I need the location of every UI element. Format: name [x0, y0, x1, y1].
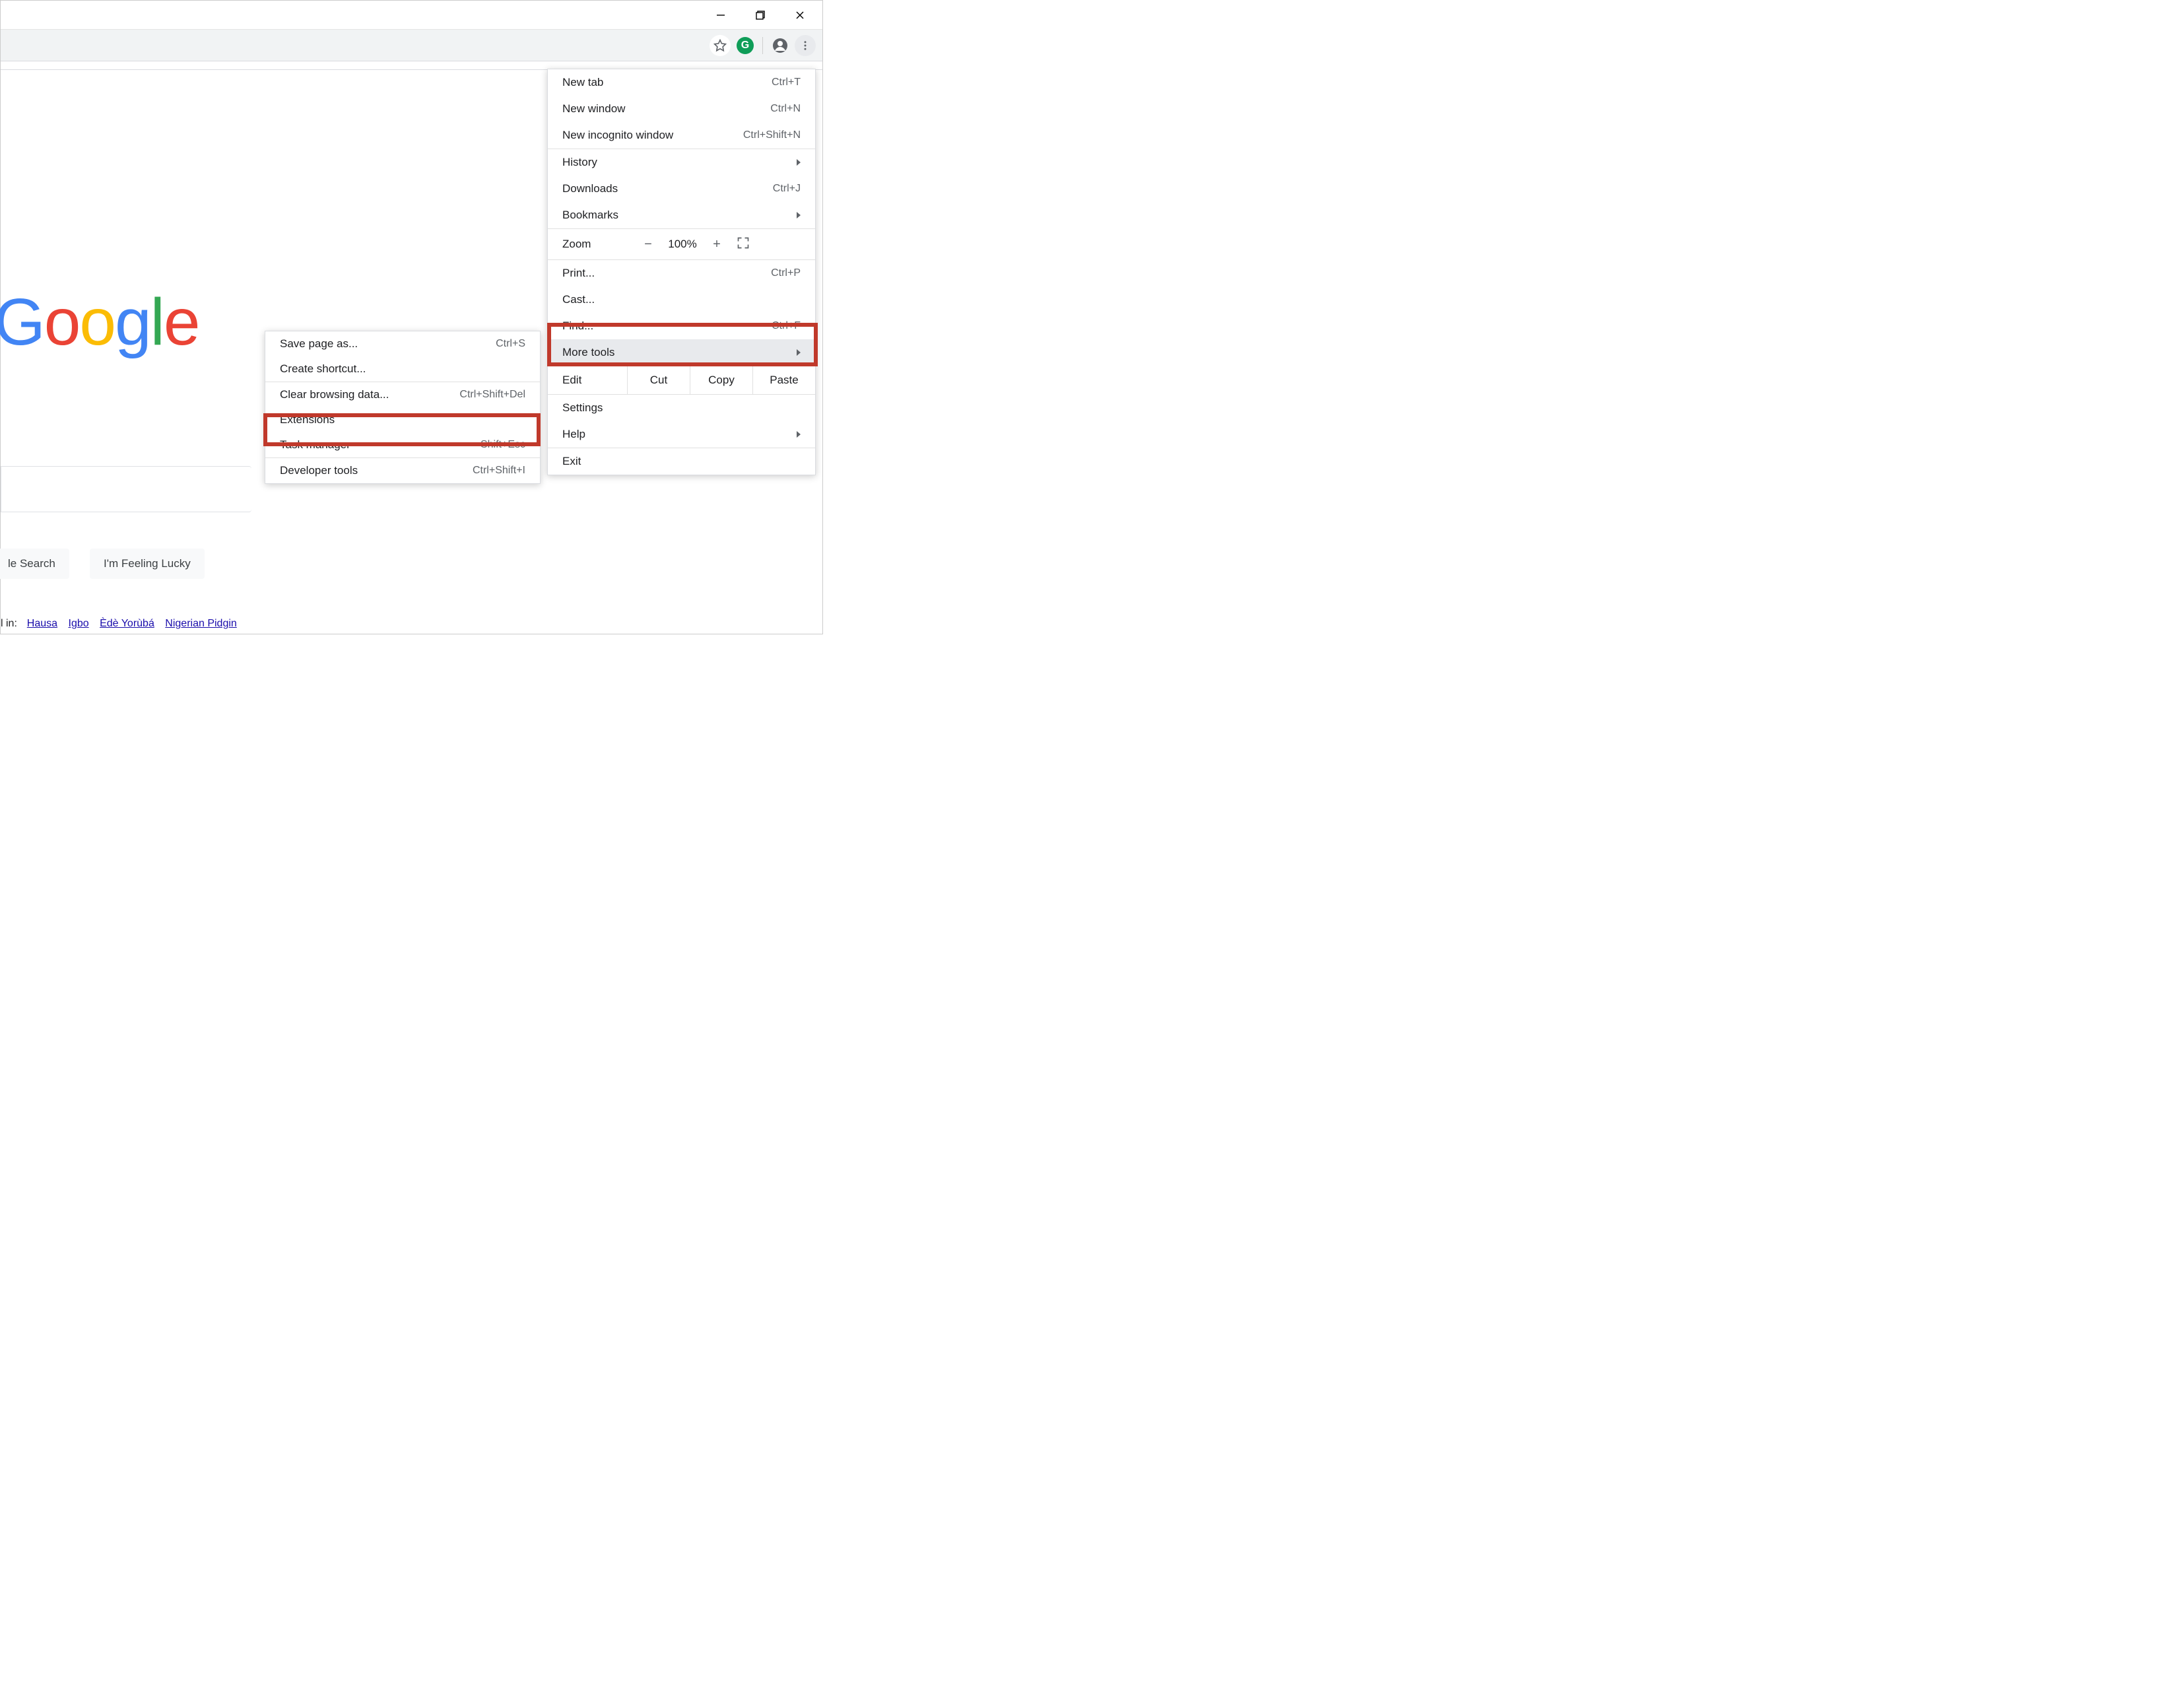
logo-letter: g: [115, 285, 150, 360]
submenu-save-page-as[interactable]: Save page as... Ctrl+S: [265, 331, 540, 356]
window-maximize-button[interactable]: [741, 1, 780, 30]
menu-downloads[interactable]: Downloads Ctrl+J: [548, 176, 815, 202]
submenu-arrow-icon: [797, 212, 801, 219]
menu-accel: Shift+Esc: [480, 439, 525, 451]
menu-cast[interactable]: Cast...: [548, 286, 815, 313]
menu-accel: Ctrl+P: [771, 267, 801, 279]
menu-find[interactable]: Find... Ctrl+F: [548, 313, 815, 339]
menu-label: Clear browsing data...: [280, 388, 389, 401]
search-input[interactable]: [1, 466, 251, 512]
edit-label: Edit: [548, 374, 627, 387]
extension-grammarly-button[interactable]: G: [735, 35, 756, 56]
edit-paste-button[interactable]: Paste: [752, 366, 815, 394]
close-icon: [795, 11, 805, 20]
logo-letter: o: [44, 285, 80, 360]
minimize-icon: [716, 11, 725, 20]
menu-label: More tools: [562, 346, 614, 359]
menu-edit-row: Edit Cut Copy Paste: [548, 366, 815, 394]
feeling-lucky-button[interactable]: I'm Feeling Lucky: [90, 549, 205, 579]
menu-label: New tab: [562, 76, 603, 89]
menu-new-incognito[interactable]: New incognito window Ctrl+Shift+N: [548, 122, 815, 149]
toolbar-divider: [762, 37, 763, 54]
menu-label: Developer tools: [280, 464, 358, 477]
menu-label: New window: [562, 102, 625, 116]
menu-label: New incognito window: [562, 129, 673, 142]
menu-exit[interactable]: Exit: [548, 448, 815, 475]
zoom-in-button[interactable]: +: [704, 237, 730, 252]
zoom-label: Zoom: [562, 238, 635, 251]
fullscreen-button[interactable]: [737, 236, 750, 253]
menu-new-tab[interactable]: New tab Ctrl+T: [548, 69, 815, 96]
logo-letter: o: [79, 285, 115, 360]
menu-accel: Ctrl+S: [496, 338, 525, 350]
menu-history[interactable]: History: [548, 149, 815, 176]
edit-cut-button[interactable]: Cut: [627, 366, 690, 394]
menu-new-window[interactable]: New window Ctrl+N: [548, 96, 815, 122]
menu-label: Print...: [562, 267, 595, 280]
google-search-button[interactable]: le Search: [0, 549, 69, 579]
menu-settings[interactable]: Settings: [548, 395, 815, 421]
google-logo: Google: [0, 285, 199, 360]
menu-accel: Ctrl+T: [772, 77, 801, 88]
menu-accel: Ctrl+Shift+Del: [459, 389, 525, 401]
more-vertical-icon: [799, 40, 811, 51]
extension-badge-icon: G: [737, 37, 754, 54]
bookmark-star-button[interactable]: [710, 35, 731, 56]
submenu-arrow-icon: [797, 431, 801, 438]
submenu-task-manager[interactable]: Task manager Shift+Esc: [265, 432, 540, 457]
window-close-button[interactable]: [780, 1, 820, 30]
chrome-main-menu: New tab Ctrl+T New window Ctrl+N New incog…: [547, 69, 816, 475]
menu-accel: Ctrl+J: [773, 183, 801, 195]
more-tools-submenu: Save page as... Ctrl+S Create shortcut...…: [265, 331, 541, 484]
menu-label: Find...: [562, 320, 593, 333]
fullscreen-icon: [737, 236, 750, 250]
menu-label: History: [562, 156, 597, 169]
menu-accel: Ctrl+N: [770, 103, 801, 115]
menu-label: Create shortcut...: [280, 362, 366, 376]
window-minimize-button[interactable]: [701, 1, 741, 30]
submenu-developer-tools[interactable]: Developer tools Ctrl+Shift+I: [265, 458, 540, 483]
submenu-create-shortcut[interactable]: Create shortcut...: [265, 356, 540, 382]
menu-more-tools[interactable]: More tools: [548, 339, 815, 366]
more-menu-button[interactable]: [795, 35, 816, 56]
menu-print[interactable]: Print... Ctrl+P: [548, 260, 815, 286]
menu-label: Save page as...: [280, 337, 358, 351]
language-row: l in: Hausa Igbo Èdè Yorùbá Nigerian Pid…: [1, 618, 241, 630]
star-icon: [713, 39, 727, 52]
submenu-clear-browsing-data[interactable]: Clear browsing data... Ctrl+Shift+Del: [265, 382, 540, 407]
lang-link[interactable]: Igbo: [69, 618, 89, 629]
profile-button[interactable]: [770, 35, 791, 56]
lang-link[interactable]: Èdè Yorùbá: [100, 618, 154, 629]
logo-letter: G: [0, 285, 44, 360]
lang-link[interactable]: Nigerian Pidgin: [165, 618, 237, 629]
logo-letter: l: [150, 285, 164, 360]
menu-label: Downloads: [562, 182, 618, 195]
title-bar: [1, 1, 822, 30]
menu-accel: Ctrl+Shift+N: [743, 129, 801, 141]
submenu-arrow-icon: [797, 349, 801, 356]
menu-label: Settings: [562, 401, 603, 415]
menu-accel: Ctrl+Shift+I: [473, 465, 525, 477]
menu-label: Bookmarks: [562, 209, 618, 222]
zoom-value: 100%: [661, 238, 704, 251]
lang-prefix: l in:: [1, 618, 17, 629]
menu-label: Extensions: [280, 413, 335, 426]
menu-bookmarks[interactable]: Bookmarks: [548, 202, 815, 228]
browser-toolbar: G: [1, 30, 822, 61]
menu-zoom-row: Zoom − 100% +: [548, 229, 815, 259]
profile-icon: [772, 38, 788, 53]
edit-copy-button[interactable]: Copy: [690, 366, 752, 394]
menu-label: Task manager: [280, 438, 350, 452]
menu-accel: Ctrl+F: [772, 320, 801, 332]
maximize-icon: [756, 11, 765, 20]
zoom-out-button[interactable]: −: [635, 237, 661, 252]
submenu-arrow-icon: [797, 159, 801, 166]
logo-letter: e: [164, 285, 199, 360]
lang-link[interactable]: Hausa: [27, 618, 57, 629]
menu-label: Exit: [562, 455, 581, 468]
menu-label: Cast...: [562, 293, 595, 306]
submenu-extensions[interactable]: Extensions: [265, 407, 540, 432]
menu-help[interactable]: Help: [548, 421, 815, 448]
menu-label: Help: [562, 428, 585, 441]
